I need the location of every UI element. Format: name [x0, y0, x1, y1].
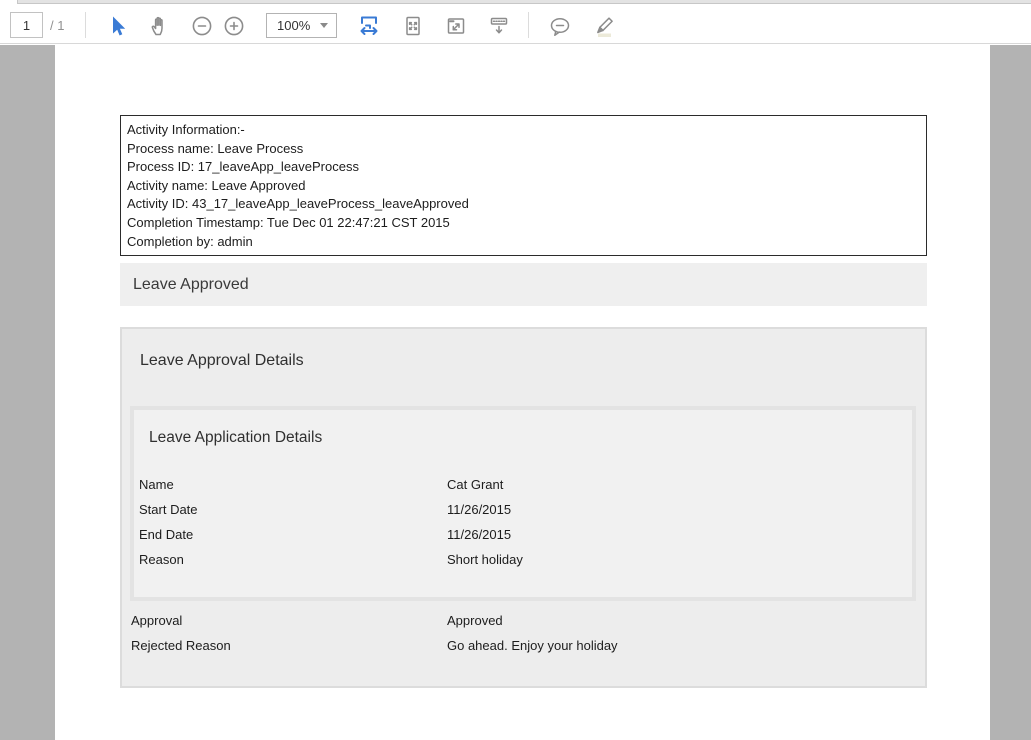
activity-info-line: Activity Information:-: [127, 121, 920, 140]
field-row: Reason Short holiday: [134, 547, 906, 572]
field-label: End Date: [139, 527, 447, 542]
approval-fields: Approval Approved Rejected Reason Go ahe…: [122, 608, 919, 658]
comment-bubble-icon: [547, 14, 573, 40]
fit-page-button[interactable]: [399, 12, 427, 40]
zoom-out-button[interactable]: [188, 12, 216, 40]
leave-application-details-panel: Leave Application Details Name Cat Grant…: [130, 406, 916, 601]
page-number-input[interactable]: [10, 12, 43, 38]
fullscreen-button[interactable]: [442, 12, 470, 40]
activity-info-box: Activity Information:- Process name: Lea…: [120, 115, 927, 256]
field-row: Rejected Reason Go ahead. Enjoy your hol…: [122, 633, 919, 658]
field-row: End Date 11/26/2015: [134, 522, 906, 547]
activity-info-line: Activity ID: 43_17_leaveApp_leaveProcess…: [127, 195, 920, 214]
pdf-page: Activity Information:- Process name: Lea…: [55, 45, 990, 740]
field-value: 11/26/2015: [447, 527, 906, 542]
field-label: Rejected Reason: [131, 638, 447, 653]
panel-title: Leave Application Details: [149, 429, 322, 447]
page-count-label: / 1: [50, 18, 64, 33]
hide-toolbar-button[interactable]: [485, 12, 513, 40]
field-label: Name: [139, 477, 447, 492]
toolbar-divider: [85, 12, 86, 38]
fit-width-icon: [357, 14, 381, 38]
field-row: Start Date 11/26/2015: [134, 497, 906, 522]
banner-title: Leave Approved: [133, 276, 249, 294]
select-tool-button[interactable]: [104, 12, 132, 40]
field-value: Approved: [447, 613, 919, 628]
pdf-viewer-window: / 1 100%: [0, 0, 1031, 740]
activity-info-line: Process name: Leave Process: [127, 140, 920, 159]
fullscreen-icon: [444, 14, 468, 38]
leave-approval-details-section: Leave Approval Details Leave Application…: [120, 327, 927, 688]
field-label: Start Date: [139, 502, 447, 517]
field-value: Go ahead. Enjoy your holiday: [447, 638, 919, 653]
fit-page-icon: [401, 14, 425, 38]
field-row: Approval Approved: [122, 608, 919, 633]
field-label: Reason: [139, 552, 447, 567]
toolbar-divider: [528, 12, 529, 38]
zoom-level-select[interactable]: 100%: [266, 13, 337, 38]
activity-info-line: Completion by: admin: [127, 233, 920, 252]
hand-icon: [148, 14, 172, 38]
zoom-out-icon: [190, 14, 214, 38]
annotate-tool-button[interactable]: [588, 12, 616, 40]
horizontal-scrollbar[interactable]: [17, 0, 1031, 4]
comment-tool-button[interactable]: [545, 12, 573, 40]
zoom-in-icon: [222, 14, 246, 38]
field-value: Short holiday: [447, 552, 906, 567]
field-value: 11/26/2015: [447, 502, 906, 517]
viewer-toolbar: / 1 100%: [0, 5, 1031, 44]
zoom-in-button[interactable]: [220, 12, 248, 40]
highlighter-pencil-icon: [590, 14, 616, 40]
field-value: Cat Grant: [447, 477, 906, 492]
activity-info-line: Activity name: Leave Approved: [127, 177, 920, 196]
cursor-arrow-icon: [106, 14, 130, 38]
field-row: Name Cat Grant: [134, 472, 906, 497]
application-fields: Name Cat Grant Start Date 11/26/2015 End…: [134, 472, 906, 572]
document-canvas[interactable]: Activity Information:- Process name: Lea…: [0, 45, 1031, 740]
leave-approved-banner: Leave Approved: [120, 263, 927, 306]
fit-width-button[interactable]: [355, 12, 383, 40]
activity-info-line: Process ID: 17_leaveApp_leaveProcess: [127, 158, 920, 177]
activity-info-line: Completion Timestamp: Tue Dec 01 22:47:2…: [127, 214, 920, 233]
hand-tool-button[interactable]: [146, 12, 174, 40]
dock-down-icon: [487, 14, 511, 38]
zoom-level-value: 100%: [277, 18, 320, 33]
field-label: Approval: [131, 613, 447, 628]
section-title: Leave Approval Details: [140, 352, 304, 370]
chevron-down-icon: [320, 23, 328, 28]
